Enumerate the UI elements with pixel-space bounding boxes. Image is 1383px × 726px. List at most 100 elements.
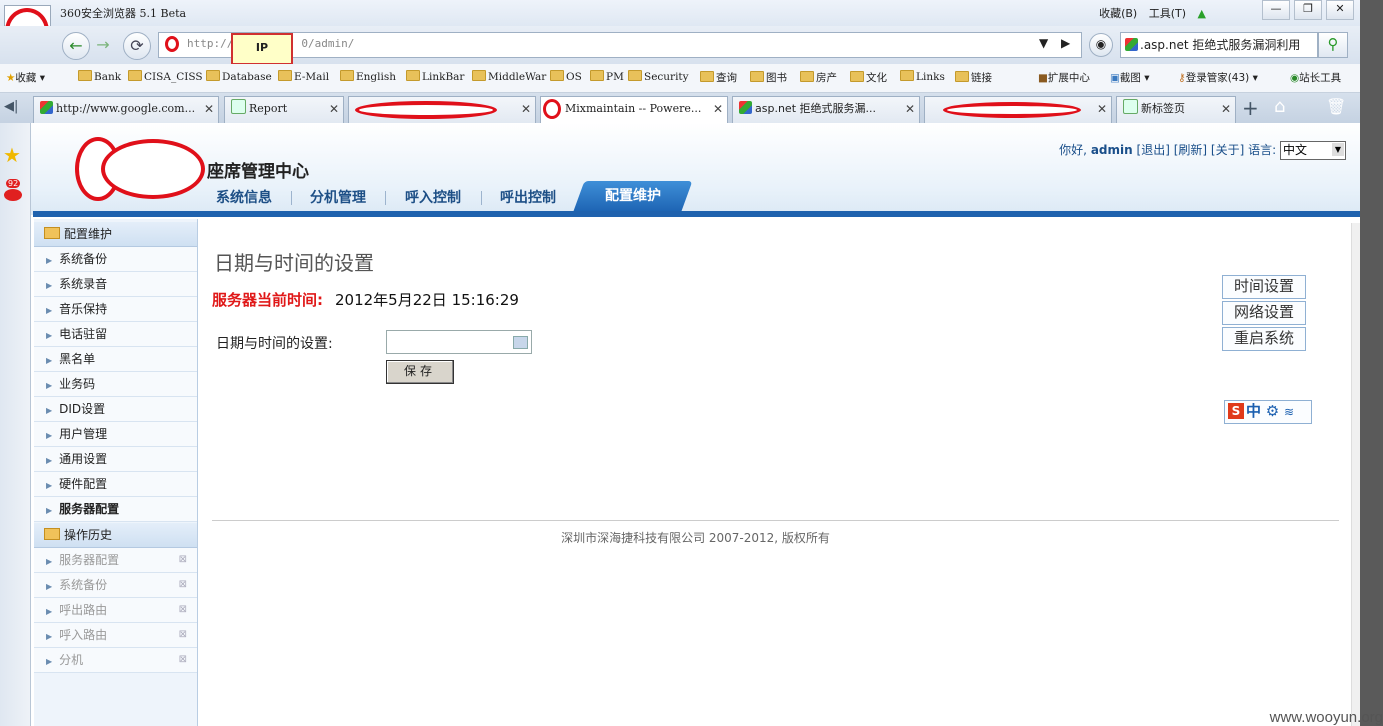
search-field[interactable]: .asp.net 拒绝式服务漏洞利用 bbox=[1120, 32, 1318, 58]
bookmark-folder[interactable]: CISA_CISS bbox=[128, 70, 203, 83]
bookmark-favorites[interactable]: ★收藏 ▾ bbox=[6, 70, 45, 85]
history-item[interactable]: ▶ 分机 ⊠ bbox=[34, 648, 197, 673]
menu-tools[interactable]: 工具(T) bbox=[1149, 7, 1186, 20]
bookmark-folder[interactable]: Bank bbox=[78, 70, 121, 83]
bookmark-folder[interactable]: PM bbox=[590, 70, 624, 83]
scrollbar[interactable] bbox=[1351, 223, 1360, 726]
sidebar-toggle-icon[interactable]: ◀| bbox=[4, 99, 18, 114]
refresh-icon[interactable]: ⟳ bbox=[123, 32, 151, 60]
close-tab-icon[interactable]: ✕ bbox=[329, 97, 339, 121]
skin-icon[interactable]: ▲ bbox=[1198, 7, 1206, 20]
bookmark-folder[interactable]: English bbox=[340, 70, 396, 83]
favorite-star-icon[interactable]: ★ bbox=[3, 143, 21, 167]
tab-mixmaintain[interactable]: Mixmaintain -- Powere... ✕ bbox=[540, 96, 728, 123]
trash-icon[interactable]: 🗑 bbox=[1326, 97, 1346, 116]
bookmark-folder[interactable]: Links bbox=[900, 70, 945, 83]
history-item[interactable]: ▶ 系统备份 ⊠ bbox=[34, 573, 197, 598]
close-icon[interactable]: ⊠ bbox=[179, 598, 187, 622]
forward-icon[interactable]: → bbox=[90, 32, 116, 58]
sidebar-item-server-config[interactable]: ▶ 服务器配置 bbox=[34, 497, 197, 522]
nav-inbound-control[interactable]: 呼入控制 bbox=[405, 187, 461, 207]
about-link[interactable]: [关于] bbox=[1211, 143, 1244, 157]
tab-redacted[interactable]: ✕ bbox=[924, 96, 1112, 123]
nav-extension-mgmt[interactable]: 分机管理 bbox=[310, 187, 366, 207]
close-icon[interactable]: ⊠ bbox=[179, 623, 187, 647]
bookmark-folder[interactable]: 查询 bbox=[700, 70, 737, 85]
nav-system-info[interactable]: 系统信息 bbox=[216, 187, 272, 207]
sidebar-item-hardware[interactable]: ▶ 硬件配置 bbox=[34, 472, 197, 497]
logout-link[interactable]: [退出] bbox=[1137, 143, 1170, 157]
history-item[interactable]: ▶ 呼入路由 ⊠ bbox=[34, 623, 197, 648]
sogou-icon: S bbox=[1228, 403, 1244, 419]
sidebar-item-music-hold[interactable]: ▶ 音乐保持 bbox=[34, 297, 197, 322]
history-item[interactable]: ▶ 呼出路由 ⊠ bbox=[34, 598, 197, 623]
address-field[interactable]: http:// 0/admin/ IP ▼ ▶ bbox=[158, 32, 1082, 65]
bookmark-folder[interactable]: Security bbox=[628, 70, 689, 83]
save-button[interactable]: 保存 bbox=[386, 360, 454, 384]
screenshot-button[interactable]: ▣截图 ▾ bbox=[1110, 70, 1150, 85]
webmaster-tools-button[interactable]: ◉站长工具 bbox=[1290, 70, 1341, 85]
close-icon[interactable]: ⊠ bbox=[179, 648, 187, 672]
sidebar-item-backup[interactable]: ▶ 系统备份 bbox=[34, 247, 197, 272]
login-manager-button[interactable]: ⚷登录管家(43) ▾ bbox=[1178, 70, 1258, 85]
datetime-input[interactable] bbox=[386, 330, 532, 354]
rss-icon[interactable]: ≋ bbox=[1284, 405, 1294, 419]
close-tab-icon[interactable]: ✕ bbox=[521, 97, 531, 121]
bookmark-folder[interactable]: 链接 bbox=[955, 70, 992, 85]
bookmark-folder[interactable]: MiddleWar bbox=[472, 70, 546, 83]
sidebar-item-recording[interactable]: ▶ 系统录音 bbox=[34, 272, 197, 297]
calendar-icon[interactable] bbox=[513, 336, 528, 349]
restore-button[interactable]: ❐ bbox=[1294, 0, 1322, 20]
bookmark-folder[interactable]: 房产 bbox=[800, 70, 837, 85]
tab-report[interactable]: Report ✕ bbox=[224, 96, 344, 123]
history-item[interactable]: ▶ 服务器配置 ⊠ bbox=[34, 548, 197, 573]
nav-config-maintenance[interactable]: 配置维护 bbox=[573, 181, 693, 211]
back-icon[interactable]: ← bbox=[62, 32, 90, 60]
nav-outbound-control[interactable]: 呼出控制 bbox=[500, 187, 556, 207]
close-tab-icon[interactable]: ✕ bbox=[1221, 97, 1231, 121]
bookmark-folder[interactable]: OS bbox=[550, 70, 582, 83]
close-window-button[interactable]: ✕ bbox=[1326, 0, 1354, 20]
shield-icon[interactable]: ◉ bbox=[1089, 33, 1113, 57]
sidebar-item-did[interactable]: ▶ DID设置 bbox=[34, 397, 197, 422]
tab-new-tab[interactable]: 新标签页 ✕ bbox=[1116, 96, 1236, 123]
bookmark-folder[interactable]: E-Mail bbox=[278, 70, 329, 83]
sidebar-item-users[interactable]: ▶ 用户管理 bbox=[34, 422, 197, 447]
sidebar-item-service-code[interactable]: ▶ 业务码 bbox=[34, 372, 197, 397]
bookmark-folder[interactable]: 文化 bbox=[850, 70, 887, 85]
refresh-link[interactable]: [刷新] bbox=[1174, 143, 1207, 157]
search-icon[interactable]: ⚲ bbox=[1318, 32, 1348, 58]
dropdown-icon[interactable]: ▼ bbox=[1039, 36, 1048, 50]
time-settings-button[interactable]: 时间设置 bbox=[1222, 275, 1306, 299]
wrench-icon[interactable]: ⚙ bbox=[1266, 402, 1279, 420]
sidebar-section-config[interactable]: 配置维护 bbox=[34, 222, 197, 247]
sidebar-item-call-park[interactable]: ▶ 电话驻留 bbox=[34, 322, 197, 347]
minimize-button[interactable]: — bbox=[1262, 0, 1290, 20]
close-tab-icon[interactable]: ✕ bbox=[204, 97, 214, 121]
network-settings-button[interactable]: 网络设置 bbox=[1222, 301, 1306, 325]
close-tab-icon[interactable]: ✕ bbox=[905, 97, 915, 121]
go-icon[interactable]: ▶ bbox=[1061, 36, 1070, 50]
bookmark-folder[interactable]: 图书 bbox=[750, 70, 787, 85]
redaction-mark bbox=[355, 101, 497, 119]
bookmark-folder[interactable]: Database bbox=[206, 70, 272, 83]
home-icon[interactable]: ⌂ bbox=[1274, 96, 1285, 117]
bookmark-folder[interactable]: LinkBar bbox=[406, 70, 464, 83]
close-tab-icon[interactable]: ✕ bbox=[1097, 97, 1107, 121]
close-tab-icon[interactable]: ✕ bbox=[713, 97, 723, 121]
search-query: .asp.net 拒绝式服务漏洞利用 bbox=[1140, 38, 1301, 52]
restart-system-button[interactable]: 重启系统 bbox=[1222, 327, 1306, 351]
menu-favorites[interactable]: 收藏(B) bbox=[1099, 7, 1137, 20]
close-icon[interactable]: ⊠ bbox=[179, 548, 187, 572]
tab-asp-net[interactable]: asp.net 拒绝式服务漏... ✕ bbox=[732, 96, 920, 123]
sidebar-item-blacklist[interactable]: ▶ 黑名单 bbox=[34, 347, 197, 372]
new-tab-icon[interactable]: + bbox=[1242, 96, 1259, 120]
sidebar-item-general[interactable]: ▶ 通用设置 bbox=[34, 447, 197, 472]
extension-center-button[interactable]: ■扩展中心 bbox=[1038, 70, 1090, 85]
weibo-icon[interactable]: 92 bbox=[4, 179, 24, 203]
tab-redacted[interactable]: ✕ bbox=[348, 96, 536, 123]
tab-google[interactable]: http://www.google.com... ✕ bbox=[33, 96, 219, 123]
close-icon[interactable]: ⊠ bbox=[179, 573, 187, 597]
language-select[interactable]: 中文 ▼ bbox=[1280, 141, 1346, 160]
ime-toolbar[interactable]: S中 ⚙ ≋ bbox=[1224, 400, 1312, 424]
